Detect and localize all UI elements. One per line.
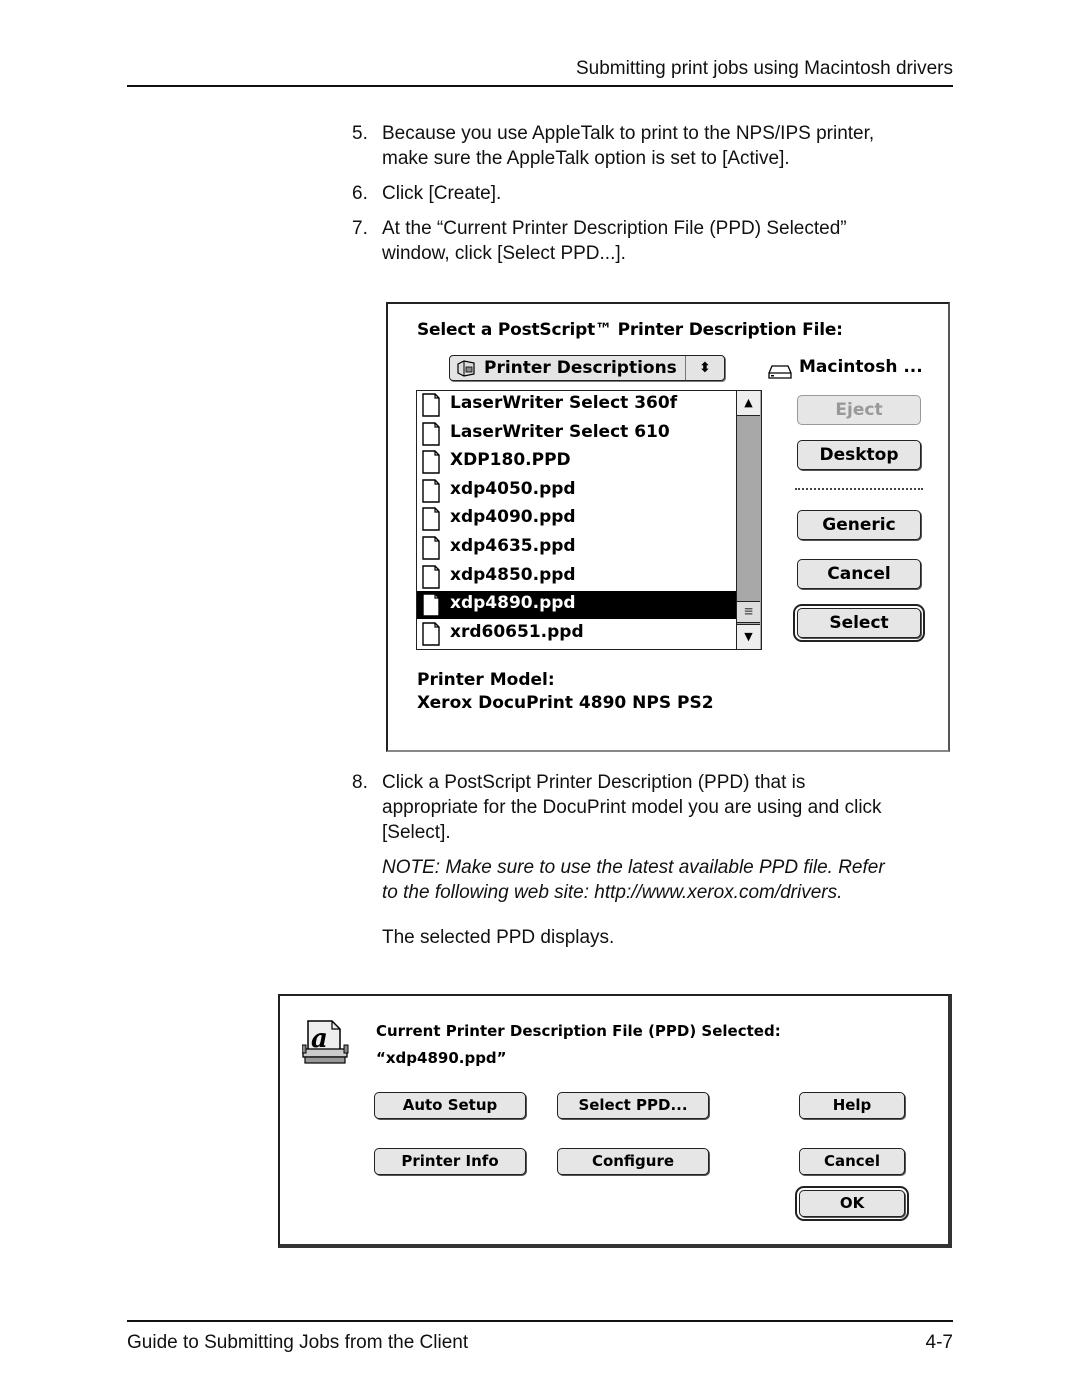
document-file-icon <box>422 536 440 560</box>
note-line: to the following web site: http://www.xe… <box>382 882 843 903</box>
file-name: LaserWriter Select 610 <box>450 421 670 442</box>
selected-ppd-filename: “xdp4890.ppd” <box>376 1049 507 1067</box>
file-name: xdp4090.ppd <box>450 507 576 528</box>
step-text-line: Click [Create]. <box>382 183 502 204</box>
dialog-title: Select a PostScript™ Printer Description… <box>417 320 843 340</box>
file-list-item[interactable]: xdp4635.ppd <box>417 534 737 562</box>
folder-popup-menu[interactable]: Printer Descriptions ⬍ <box>449 355 725 381</box>
volume-label[interactable]: Macintosh ... <box>799 357 923 377</box>
page-number: 4-7 <box>925 1332 953 1353</box>
generic-button[interactable]: Generic <box>797 510 921 540</box>
scroll-thumb[interactable]: ≡ <box>737 601 760 623</box>
file-name: xdp4850.ppd <box>450 564 576 585</box>
auto-setup-button[interactable]: Auto Setup <box>374 1092 526 1119</box>
step-number: 5. <box>352 123 368 144</box>
document-file-icon <box>422 450 440 474</box>
desktop-button[interactable]: Desktop <box>797 440 921 470</box>
help-button[interactable]: Help <box>799 1092 905 1119</box>
select-ppd-dialog: Select a PostScript™ Printer Description… <box>386 302 950 752</box>
step-text-line: [Select]. <box>382 822 451 843</box>
file-name: XDP180.PPD <box>450 450 571 471</box>
document-file-icon <box>422 593 440 617</box>
folder-popup-label: Printer Descriptions <box>484 358 677 378</box>
cancel-button[interactable]: Cancel <box>797 559 921 589</box>
folder-icon <box>457 360 475 377</box>
file-name: xdp4635.ppd <box>450 536 576 556</box>
step-number: 6. <box>352 183 368 204</box>
printer-model-label: Printer Model: <box>417 670 555 690</box>
file-list-item[interactable]: xdp4850.ppd <box>417 563 737 591</box>
note-line: NOTE: Make sure to use the latest availa… <box>382 857 885 878</box>
select-ppd-button[interactable]: Select PPD... <box>557 1092 709 1119</box>
laserwriter-printer-icon: a <box>302 1020 349 1064</box>
file-name: LaserWriter Select 360f <box>450 393 678 413</box>
step-number: 7. <box>352 218 368 239</box>
step-text-line: window, click [Select PPD...]. <box>382 243 626 264</box>
printer-model-value: Xerox DocuPrint 4890 NPS PS2 <box>417 693 714 713</box>
document-file-icon <box>422 507 440 532</box>
file-name: xrd60651.ppd <box>450 621 584 642</box>
dialog-title: Current Printer Description File (PPD) S… <box>376 1022 781 1040</box>
footer-rule <box>127 1320 953 1322</box>
scroll-up-arrow-icon[interactable]: ▲ <box>737 391 760 416</box>
select-button[interactable]: Select <box>793 604 925 642</box>
step-text-line: Because you use AppleTalk to print to th… <box>382 123 875 144</box>
file-list-item[interactable]: xrd60651.ppd <box>417 620 737 648</box>
file-list-item[interactable]: xdp4090.ppd <box>417 505 737 533</box>
scroll-down-arrow-icon[interactable]: ▼ <box>737 624 760 649</box>
file-list-item[interactable]: LaserWriter Select 610 <box>417 420 737 448</box>
file-list-item[interactable]: LaserWriter Select 360f <box>417 391 737 419</box>
step-text-line: appropriate for the DocuPrint model you … <box>382 797 882 818</box>
step-text-line: make sure the AppleTalk option is set to… <box>382 148 790 169</box>
popup-arrows-icon: ⬍ <box>685 356 724 380</box>
cancel-button[interactable]: Cancel <box>799 1148 905 1175</box>
ok-button[interactable]: OK <box>795 1186 909 1221</box>
file-list-item[interactable]: XDP180.PPD <box>417 448 737 476</box>
note: NOTE: Make sure to use the latest availa… <box>382 855 952 905</box>
file-list-item[interactable]: xdp4050.ppd <box>417 477 737 505</box>
document-file-icon <box>422 393 440 417</box>
result-text: The selected PPD displays. <box>382 927 615 948</box>
header-rule <box>127 85 953 87</box>
button-separator <box>795 488 923 490</box>
footer-title: Guide to Submitting Jobs from the Client <box>127 1332 469 1353</box>
document-file-icon <box>422 622 440 646</box>
file-list-item[interactable]: xdp4890.ppd <box>417 591 737 620</box>
step-text-line: Click a PostScript Printer Description (… <box>382 772 806 793</box>
vertical-scrollbar[interactable]: ▲ ≡ ▼ <box>736 391 761 649</box>
printer-info-button[interactable]: Printer Info <box>374 1148 526 1175</box>
document-file-icon <box>422 564 440 589</box>
file-list[interactable]: LaserWriter Select 360f LaserWriter Selec… <box>416 390 762 650</box>
running-header: Submitting print jobs using Macintosh dr… <box>575 58 953 79</box>
eject-button[interactable]: Eject <box>797 395 921 425</box>
step-number: 8. <box>352 772 368 793</box>
step-text-line: At the “Current Printer Description File… <box>382 218 847 239</box>
file-name: xdp4890.ppd <box>450 593 576 614</box>
hard-disk-icon <box>768 365 792 379</box>
current-ppd-dialog: a Current Printer Description File (PPD)… <box>278 994 952 1248</box>
file-name: xdp4050.ppd <box>450 478 576 499</box>
configure-button[interactable]: Configure <box>557 1148 709 1175</box>
document-file-icon <box>422 421 440 446</box>
document-file-icon <box>422 479 440 503</box>
